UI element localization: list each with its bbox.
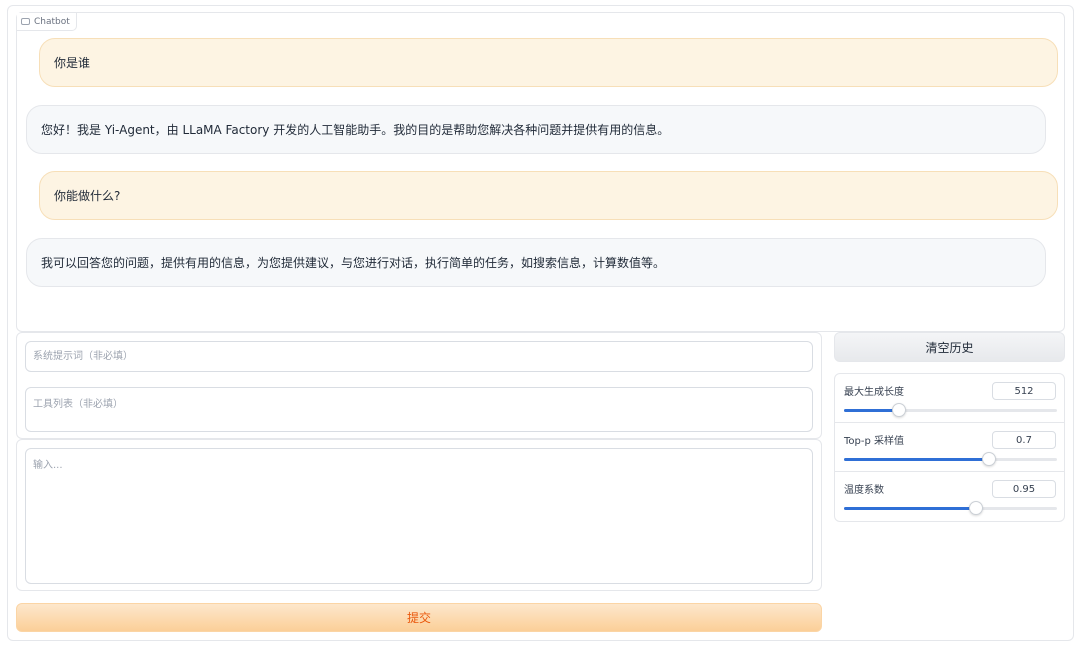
chatbot-panel: Chatbot 你是谁 您好！我是 Yi-Agent，由 LLaMA Facto… — [16, 12, 1065, 332]
slider-max-new-tokens: 最大生成长度 512 — [835, 374, 1064, 423]
prompt-settings-panel — [16, 332, 822, 439]
bot-message: 我可以回答您的问题，提供有用的信息，为您提供建议，与您进行对话，执行简单的任务，… — [26, 238, 1046, 287]
slider-number-input[interactable]: 0.7 — [992, 431, 1056, 449]
user-message: 你能做什么? — [39, 171, 1058, 220]
slider-thumb[interactable] — [969, 501, 984, 515]
system-prompt-input[interactable] — [25, 341, 813, 372]
slider-label: Top-p 采样值 — [844, 436, 905, 447]
slider-label: 最大生成长度 — [844, 387, 904, 398]
slider-thumb[interactable] — [892, 403, 907, 417]
tools-input[interactable] — [25, 387, 813, 432]
message-text: 你是谁 — [54, 56, 91, 70]
chatbot-label-text: Chatbot — [34, 16, 70, 27]
slider-temperature: 温度系数 0.95 — [835, 472, 1064, 521]
slider-fill — [844, 507, 977, 510]
slider-thumb[interactable] — [981, 452, 996, 466]
slider-label: 温度系数 — [844, 485, 884, 496]
clear-history-button[interactable]: 清空历史 — [834, 332, 1065, 362]
slider-track[interactable] — [844, 501, 1057, 515]
slider-track[interactable] — [844, 452, 1057, 466]
slider-track[interactable] — [844, 403, 1057, 417]
slider-top-p: Top-p 采样值 0.7 — [835, 423, 1064, 472]
slider-fill — [844, 458, 989, 461]
user-message: 你是谁 — [39, 38, 1058, 87]
slider-fill — [844, 409, 900, 412]
query-input[interactable] — [25, 448, 813, 584]
message-text: 你能做什么? — [54, 189, 121, 203]
submit-button[interactable]: 提交 — [16, 603, 822, 632]
generation-settings-panel: 最大生成长度 512 Top-p 采样值 0.7 温度系数 0.95 — [834, 373, 1065, 522]
query-panel — [16, 439, 822, 591]
chat-bubble-icon — [21, 18, 30, 25]
chatbot-label: Chatbot — [17, 13, 77, 31]
slider-number-input[interactable]: 512 — [992, 382, 1056, 400]
message-text: 您好！我是 Yi-Agent，由 LLaMA Factory 开发的人工智能助手… — [41, 123, 670, 137]
slider-number-input[interactable]: 0.95 — [992, 480, 1056, 498]
bot-message: 您好！我是 Yi-Agent，由 LLaMA Factory 开发的人工智能助手… — [26, 105, 1046, 154]
message-text: 我可以回答您的问题，提供有用的信息，为您提供建议，与您进行对话，执行简单的任务，… — [41, 256, 666, 270]
